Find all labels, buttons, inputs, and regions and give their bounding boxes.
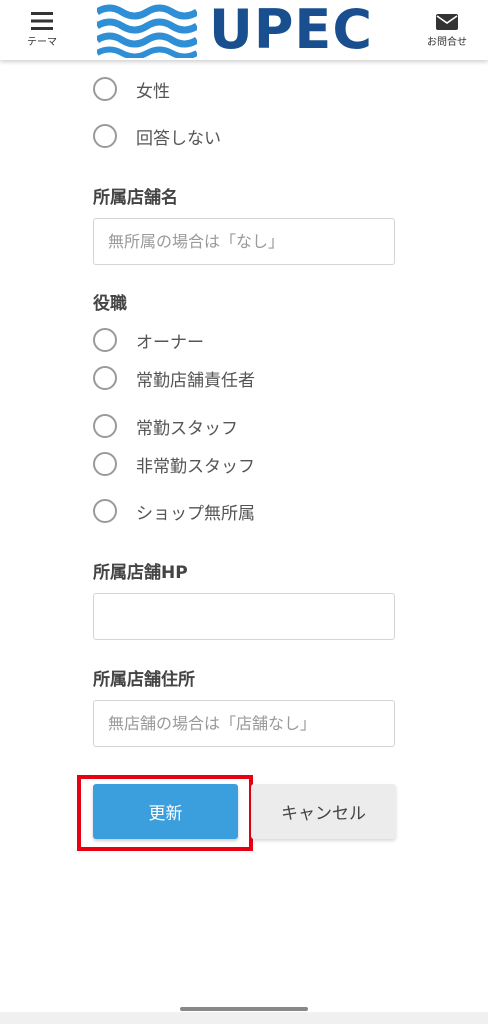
radio-label: 常勤スタッフ xyxy=(136,418,238,439)
position-option-no-shop[interactable]: ショップ無所属 xyxy=(93,497,255,525)
radio-button[interactable] xyxy=(93,499,117,523)
store-name-label: 所属店舗名 xyxy=(93,188,178,208)
gender-option-no-answer[interactable]: 回答しない xyxy=(93,122,221,150)
position-label: 役職 xyxy=(93,294,127,314)
radio-label: 常勤店舗責任者 xyxy=(136,370,255,391)
contact-label: お問合せ xyxy=(427,37,467,48)
store-name-input[interactable] xyxy=(93,218,395,265)
radio-button[interactable] xyxy=(93,414,117,438)
radio-button[interactable] xyxy=(93,124,117,148)
radio-label: 非常勤スタッフ xyxy=(136,456,255,477)
store-address-input[interactable] xyxy=(93,700,395,747)
gender-option-female[interactable]: 女性 xyxy=(93,75,170,103)
cancel-button[interactable]: キャンセル xyxy=(251,784,396,839)
radio-button[interactable] xyxy=(93,366,117,390)
logo-text: UPEC xyxy=(209,0,373,61)
store-hp-label: 所属店舗HP xyxy=(93,563,188,583)
radio-button[interactable] xyxy=(93,328,117,352)
radio-button[interactable] xyxy=(93,77,117,101)
hamburger-icon xyxy=(31,12,53,30)
radio-label: 回答しない xyxy=(136,128,221,149)
upec-logo[interactable]: UPEC xyxy=(95,0,387,61)
home-indicator[interactable] xyxy=(180,1007,308,1011)
envelope-icon xyxy=(436,14,458,30)
position-option-fulltime-staff[interactable]: 常勤スタッフ xyxy=(93,412,238,440)
menu-label: テーマ xyxy=(27,37,57,48)
menu-button[interactable]: テーマ xyxy=(20,10,64,54)
store-hp-input[interactable] xyxy=(93,593,395,640)
bottom-bar xyxy=(0,1012,488,1024)
position-option-parttime-staff[interactable]: 非常勤スタッフ xyxy=(93,450,255,478)
position-option-owner[interactable]: オーナー xyxy=(93,326,204,354)
contact-button[interactable]: お問合せ xyxy=(424,10,470,54)
radio-button[interactable] xyxy=(93,452,117,476)
radio-label: ショップ無所属 xyxy=(136,503,255,524)
app-header: テーマ UPEC お問合せ xyxy=(0,0,488,60)
position-option-fulltime-manager[interactable]: 常勤店舗責任者 xyxy=(93,364,255,392)
store-address-label: 所属店舗住所 xyxy=(93,670,195,690)
radio-label: 女性 xyxy=(136,81,170,102)
update-button[interactable]: 更新 xyxy=(93,784,238,839)
wave-logo-icon xyxy=(95,4,199,60)
radio-label: オーナー xyxy=(136,332,204,353)
